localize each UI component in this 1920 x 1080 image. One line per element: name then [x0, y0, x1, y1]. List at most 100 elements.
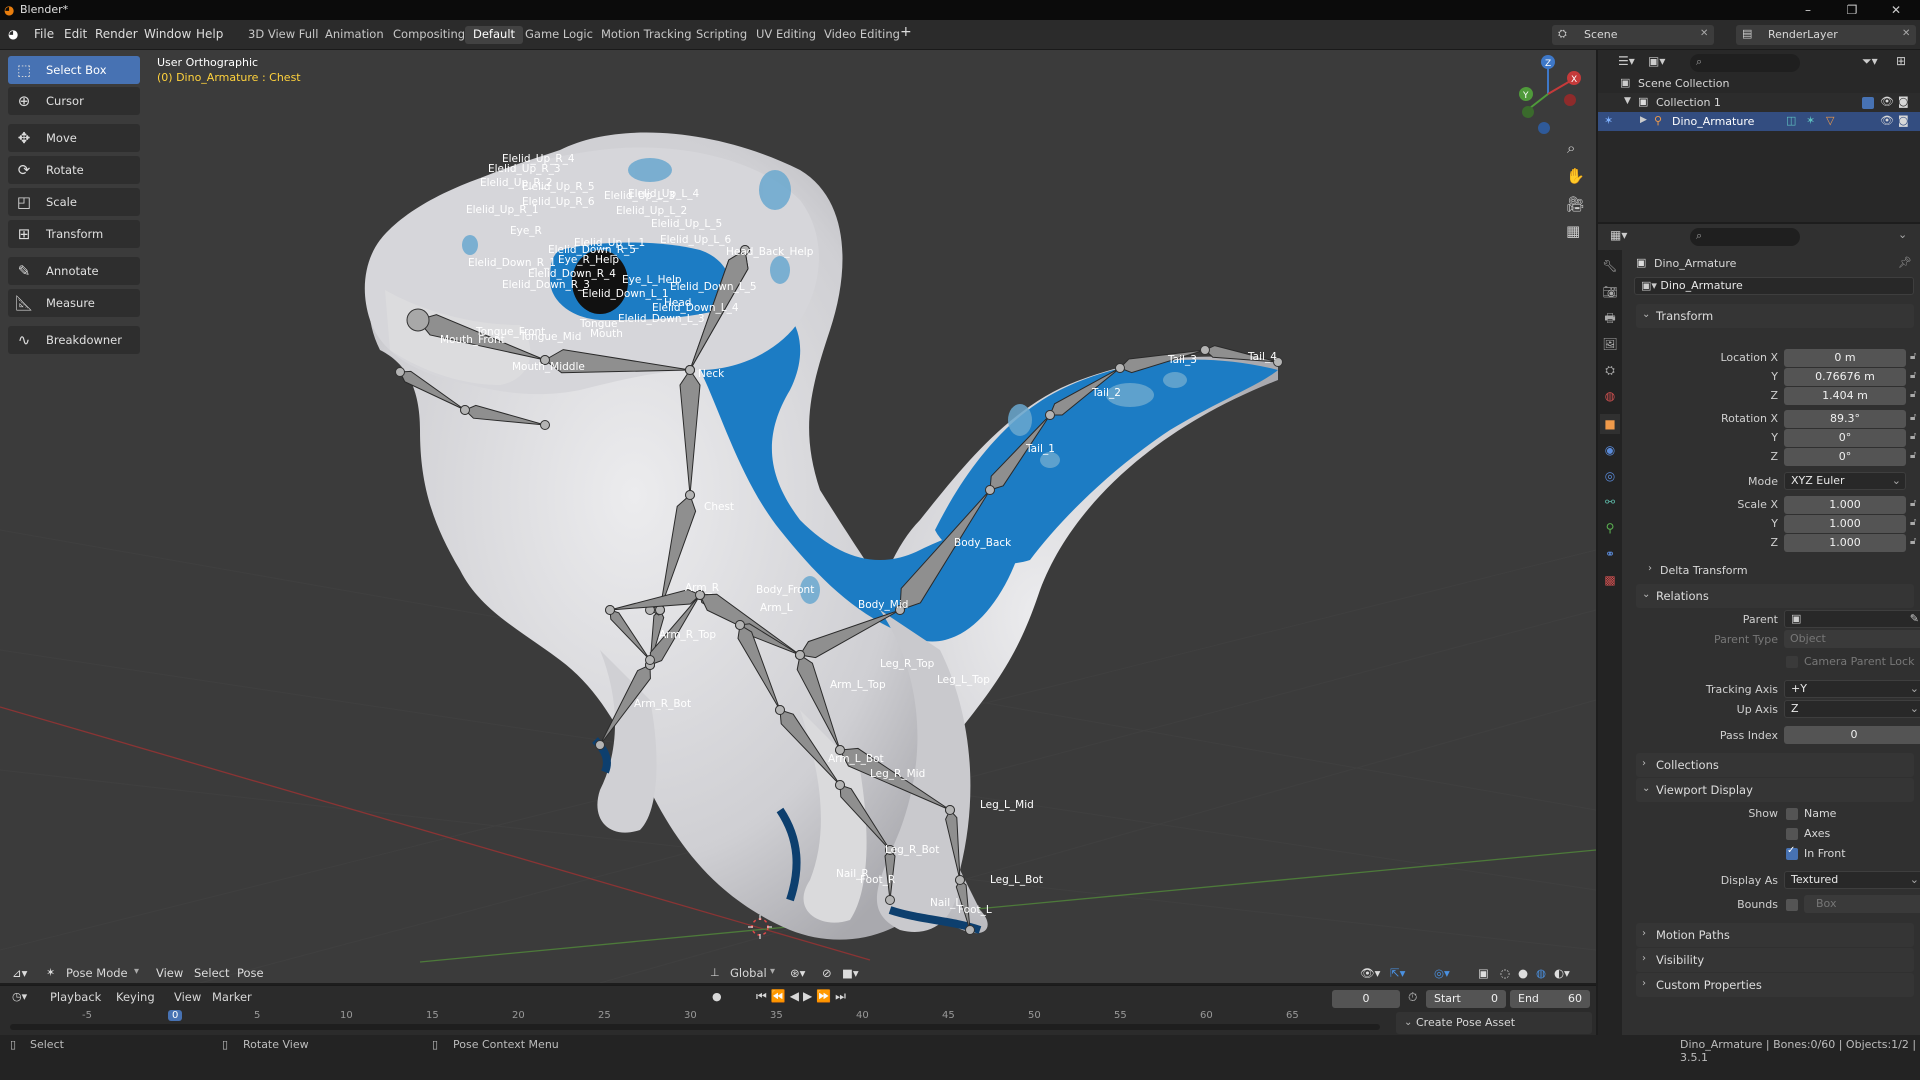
bone-joint[interactable] [685, 365, 695, 375]
viewport-canvas[interactable]: Elelid_Up_R_4Elelid_Up_R_3Elelid_Up_R_2E… [0, 50, 1596, 983]
bone-joint[interactable] [540, 420, 550, 430]
bone-joint[interactable] [406, 308, 430, 332]
dino-mesh[interactable] [364, 132, 1278, 940]
shading-material-icon[interactable]: ◍ [1536, 966, 1546, 980]
camera-icon[interactable]: ◙ [1898, 114, 1909, 127]
lock-icon[interactable]: 🔓︎ [1910, 351, 1916, 362]
outliner-row-dino-armature[interactable]: ✶ ▶ ⚲ Dino_Armature ◫ ✶ ▽ 👁︎ ◙ [1598, 112, 1920, 131]
bone-joint[interactable] [1115, 363, 1125, 373]
camera-icon[interactable]: ◙ [1898, 95, 1909, 108]
menu-file[interactable]: File [34, 27, 54, 41]
pass-index-field[interactable]: 0 [1784, 726, 1920, 744]
tool-cursor[interactable]: ⊕ Cursor [8, 87, 140, 115]
display-mode-icon[interactable]: ▣▾ [1648, 54, 1665, 68]
properties-editor[interactable]: ▦▾ ⌕ ⌄ 🔧︎ 📷︎ 🖶 🖼︎ ⛭ ◍ ■ ◉ ◎ ⚯ ⚲ ⚭ ▩ ▣ Di… [1598, 224, 1920, 1035]
start-frame-field[interactable]: Start 0 [1426, 990, 1506, 1008]
scene-close-icon[interactable]: ✕ [1700, 28, 1708, 39]
viewport-nav-buttons[interactable]: ⌕ ✋ 🎥︎ ▦ [1566, 139, 1585, 240]
lock-icon[interactable]: 🔓︎ [1910, 370, 1916, 381]
chevron-right-icon[interactable]: ▶ [1640, 115, 1647, 125]
outliner-search-input[interactable]: ⌕ [1690, 54, 1800, 72]
bone-joint[interactable] [595, 740, 605, 750]
scale-x-field[interactable]: 1.000 [1784, 496, 1906, 514]
parent-field[interactable]: ▣ ✎ [1784, 610, 1920, 628]
viewport-display-panel-header[interactable]: ⌄ Viewport Display [1636, 778, 1914, 802]
exclude-checkbox[interactable] [1862, 97, 1874, 109]
menu-marker[interactable]: Marker [212, 990, 252, 1004]
navigation-gizmo[interactable]: Z X Y [1519, 55, 1581, 134]
blender-menu-icon[interactable]: ◕ [8, 27, 18, 41]
bone-joint[interactable] [885, 895, 895, 905]
motion-paths-panel-header[interactable]: › Motion Paths [1636, 923, 1914, 947]
properties-search-input[interactable]: ⌕ [1690, 228, 1800, 246]
tab-animation[interactable]: Animation [317, 26, 392, 44]
bone-joint[interactable] [460, 405, 470, 415]
filter-icon[interactable]: ⏷▾ [1862, 54, 1878, 69]
tool-move[interactable]: ✥ Move [8, 124, 140, 152]
transform-panel-header[interactable]: ⌄ Transform [1636, 304, 1914, 328]
tool-measure[interactable]: 📐︎ Measure [8, 289, 140, 317]
shading-wireframe-icon[interactable]: ◌ [1500, 966, 1510, 980]
record-icon[interactable]: ● [712, 990, 722, 1003]
tool-annotate[interactable]: ✎ Annotate [8, 257, 140, 285]
tab-3d-view-full[interactable]: 3D View Full [240, 26, 326, 44]
add-workspace-icon[interactable]: + [900, 24, 912, 40]
scene-selector[interactable]: ⛭ Scene ✕ [1552, 25, 1714, 45]
outliner-row-scene-collection[interactable]: ▣ Scene Collection [1598, 74, 1920, 93]
delta-transform-subpanel[interactable]: › Delta Transform [1648, 561, 1914, 581]
menu-playback[interactable]: Playback [50, 990, 101, 1004]
eyedropper-icon[interactable]: ✎ [1910, 611, 1920, 627]
output-tab-icon[interactable]: 🖶 [1600, 308, 1620, 328]
bone-joint[interactable] [985, 485, 995, 495]
editor-type-icon[interactable]: ⊿▾ [12, 966, 27, 980]
rotation-x-field[interactable]: 89.3° [1784, 410, 1906, 428]
scale-z-field[interactable]: 1.000 [1784, 534, 1906, 552]
rotation-z-field[interactable]: 0° [1784, 448, 1906, 466]
bone-joint[interactable] [965, 925, 975, 935]
snap-icon[interactable]: ⊘ [822, 966, 832, 980]
rotation-y-field[interactable]: 0° [1784, 429, 1906, 447]
lock-icon[interactable]: 🔓︎ [1910, 498, 1916, 509]
options-chevron-icon[interactable]: ⌄ [1898, 228, 1907, 241]
shading-solid-icon[interactable]: ● [1518, 966, 1528, 980]
render-tab-icon[interactable]: 📷︎ [1600, 282, 1620, 302]
bone-joint[interactable] [835, 780, 845, 790]
bone-joint[interactable] [645, 655, 655, 665]
lock-icon[interactable]: 🔓︎ [1910, 412, 1916, 423]
timeline-editor-type-icon[interactable]: ◷▾ [12, 990, 27, 1003]
object-datablock-field[interactable]: ▣▾ Dino_Armature [1634, 277, 1914, 295]
menu-view[interactable]: View [156, 966, 183, 980]
orientation-selector[interactable]: ⊥ Global ▾ [710, 963, 780, 983]
mode-selector[interactable]: ✶ Pose Mode ▾ [44, 963, 144, 983]
location-x-field[interactable]: 0 m [1784, 349, 1906, 367]
menu-edit[interactable]: Edit [64, 27, 87, 41]
lock-icon[interactable]: 🔓︎ [1910, 431, 1916, 442]
tool-rotate[interactable]: ⟳ Rotate [8, 156, 140, 184]
menu-render[interactable]: Render [95, 27, 138, 41]
location-y-field[interactable]: 0.76676 m [1784, 368, 1906, 386]
bone-joint[interactable] [955, 875, 965, 885]
tool-breakdowner[interactable]: ∿ Breakdowner [8, 326, 140, 354]
timeline-scrollbar[interactable] [10, 1024, 1380, 1030]
display-as-dropdown[interactable]: Textured ⌄ [1784, 871, 1920, 889]
visibility-panel-header[interactable]: › Visibility [1636, 948, 1914, 972]
menu-keying[interactable]: Keying [116, 990, 155, 1004]
eye-icon[interactable]: 👁︎ [1880, 95, 1894, 108]
menu-pose[interactable]: Pose [237, 966, 264, 980]
chevron-down-icon[interactable]: ▼ [1624, 96, 1631, 106]
bone-joint[interactable] [395, 367, 405, 377]
current-frame-field[interactable]: 0 [1332, 990, 1400, 1008]
outliner[interactable]: ☰▾ ▣▾ ⌕ ⏷▾ ⊞ ▣ Scene Collection ▼ ▣ Coll… [1598, 50, 1920, 222]
tab-video-editing[interactable]: Video Editing [816, 26, 908, 44]
bone-joint[interactable] [1200, 345, 1210, 355]
xray-icon[interactable]: ▣ [1478, 966, 1489, 980]
menu-view[interactable]: View [174, 990, 201, 1004]
gizmo-toggle-icon[interactable]: ⇱▾ [1390, 966, 1405, 980]
pivot-icon[interactable]: ⊛▾ [790, 966, 805, 980]
end-frame-field[interactable]: End 60 [1510, 990, 1590, 1008]
menu-window[interactable]: Window [144, 27, 191, 41]
pin-icon[interactable]: 📌︎ [1898, 256, 1912, 269]
bone-joint[interactable] [945, 805, 955, 815]
show-name-checkbox[interactable] [1786, 808, 1798, 820]
tool-transform[interactable]: ⊞ Transform [8, 220, 140, 248]
